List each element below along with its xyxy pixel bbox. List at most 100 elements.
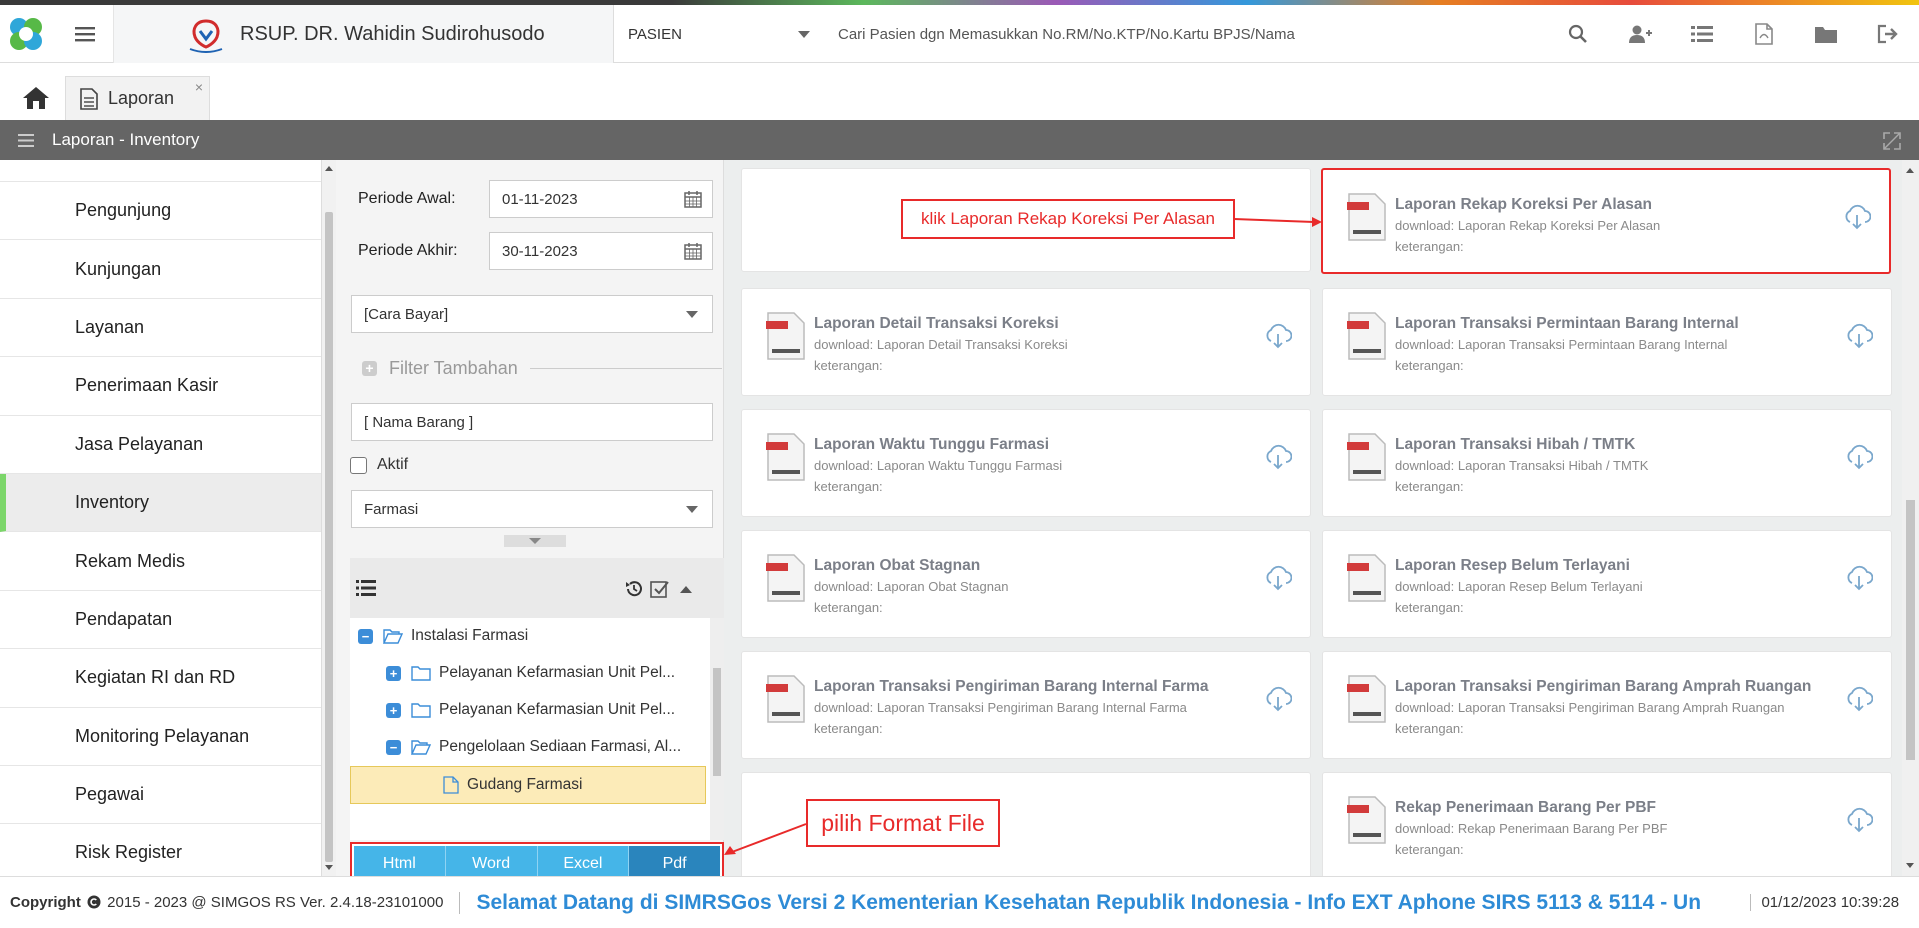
cloud-download-icon[interactable] (1843, 204, 1871, 230)
pdf-report-icon (1347, 312, 1386, 360)
report-card-rekap-koreksi[interactable]: Laporan Rekap Koreksi Per Alasan downloa… (1321, 168, 1891, 274)
sidebar-item-inventory[interactable]: Inventory (0, 473, 321, 533)
report-card-obat-stagnan[interactable]: Laporan Obat Stagnan download: Laporan O… (741, 530, 1311, 638)
filter-tambahan-label: Filter Tambahan (389, 358, 518, 378)
sidebar-item-kegiatan-ri-rd[interactable]: Kegiatan RI dan RD (0, 649, 321, 708)
patient-type-select[interactable]: PASIEN (614, 5, 824, 63)
report-card-waktu-tunggu[interactable]: Laporan Waktu Tunggu Farmasi download: L… (741, 409, 1311, 517)
collapse-icon[interactable]: − (386, 739, 401, 755)
filter-tambahan-toggle[interactable]: + Filter Tambahan (362, 358, 722, 379)
scroll-down-icon[interactable] (1906, 863, 1914, 868)
cloud-download-icon[interactable] (1845, 807, 1873, 833)
sidebar-item-layanan[interactable]: Layanan (0, 299, 321, 358)
sidebar-item-penerimaan-kasir[interactable]: Penerimaan Kasir (0, 357, 321, 416)
list-icon[interactable] (1671, 5, 1733, 63)
report-card-resep-belum-terlayani[interactable]: Laporan Resep Belum Terlayani download: … (1322, 530, 1892, 638)
expand-icon[interactable] (1883, 132, 1901, 150)
tab-laporan[interactable]: Laporan × (65, 76, 210, 120)
instalasi-select[interactable]: Farmasi (351, 490, 713, 528)
calendar-icon[interactable] (684, 190, 702, 208)
tree-node-pengelolaan-sediaan[interactable]: − Pengelolaan Sediaan Farmasi, Al... (386, 732, 681, 762)
report-card-permintaan-internal[interactable]: Laporan Transaksi Permintaan Barang Inte… (1322, 288, 1892, 396)
sidebar-item-risk-register[interactable]: Risk Register (0, 824, 321, 876)
tree-node-instalasi-farmasi[interactable]: − Instalasi Farmasi (358, 621, 528, 651)
pdf-file-icon[interactable] (1733, 5, 1795, 63)
pdf-report-icon (766, 312, 805, 360)
report-card-pengiriman-amprah[interactable]: Laporan Transaksi Pengiriman Barang Ampr… (1322, 651, 1892, 759)
expand-icon[interactable]: + (386, 665, 401, 681)
periode-awal-label: Periode Awal: (358, 190, 456, 207)
collapse-icon[interactable]: − (358, 628, 373, 644)
aktif-checkbox[interactable]: Aktif (350, 456, 408, 474)
tree-node-pelayanan-kefarmasian-2[interactable]: + Pelayanan Kefarmasian Unit Pel... (386, 695, 675, 725)
report-download-text: download: Rekap Penerimaan Barang Per PB… (1395, 821, 1668, 836)
cloud-download-icon[interactable] (1845, 686, 1873, 712)
check-square-icon[interactable] (650, 579, 670, 599)
pdf-report-icon (1347, 554, 1386, 602)
scroll-down-icon[interactable] (325, 865, 333, 870)
content-scrollbar[interactable] (1902, 160, 1919, 876)
periode-awal-value: 01-11-2023 (502, 190, 578, 208)
checkbox-box[interactable] (350, 456, 367, 474)
home-icon[interactable] (12, 78, 60, 118)
add-user-icon[interactable] (1609, 5, 1671, 63)
scrollbar-thumb[interactable] (713, 668, 721, 776)
report-download-text: download: Laporan Detail Transaksi Korek… (814, 337, 1068, 352)
tree-node-label: Pelayanan Kefarmasian Unit Pel... (439, 664, 676, 681)
cloud-download-icon[interactable] (1845, 444, 1873, 470)
tree-scrollbar[interactable] (710, 618, 724, 840)
collapse-filter-toggle[interactable] (504, 535, 566, 547)
tree-node-label: Pengelolaan Sediaan Farmasi, Al... (439, 738, 682, 755)
cloud-download-icon[interactable] (1264, 686, 1292, 712)
cara-bayar-select[interactable]: [Cara Bayar] (351, 295, 713, 333)
list-icon[interactable] (356, 580, 376, 596)
sidebar-item-label: Kegiatan RI dan RD (75, 667, 236, 688)
logout-icon[interactable] (1857, 5, 1919, 63)
menu-icon[interactable] (18, 133, 34, 147)
calendar-icon[interactable] (684, 242, 702, 260)
announcement-marquee: Selamat Datang di SIMRSGos Versi 2 Kemen… (476, 890, 1702, 914)
periode-akhir-input[interactable]: 30-11-2023 (489, 232, 713, 270)
scroll-up-icon[interactable] (1906, 168, 1914, 173)
sidebar-item-monitoring-pelayanan[interactable]: Monitoring Pelayanan (0, 708, 321, 766)
cloud-download-icon[interactable] (1845, 323, 1873, 349)
app-logo-icon[interactable] (0, 5, 52, 63)
menu-toggle-icon[interactable] (56, 5, 114, 63)
close-icon[interactable]: × (195, 79, 203, 95)
cloud-download-icon[interactable] (1845, 565, 1873, 591)
sidebar-item-pengunjung[interactable]: Pengunjung (0, 182, 321, 241)
scroll-up-icon[interactable] (325, 166, 333, 171)
report-title: Laporan Transaksi Hibah / TMTK (1395, 436, 1636, 453)
scrollbar-thumb[interactable] (325, 212, 333, 862)
report-download-text: download: Laporan Transaksi Permintaan B… (1395, 337, 1728, 352)
cloud-download-icon[interactable] (1264, 565, 1292, 591)
sidebar-item-kunjungan[interactable]: Kunjungan (0, 240, 321, 299)
report-title: Laporan Transaksi Pengiriman Barang Inte… (814, 678, 1209, 695)
folder-icon[interactable] (1795, 5, 1857, 63)
scrollbar-thumb[interactable] (1906, 500, 1915, 760)
copyright: Copyright 2015 - 2023 @ SIMGOS RS Ver. 2… (0, 894, 443, 911)
chevron-up-icon[interactable] (680, 585, 692, 593)
cloud-download-icon[interactable] (1264, 323, 1292, 349)
report-title: Laporan Rekap Koreksi Per Alasan (1395, 196, 1652, 213)
report-card-rekap-penerimaan-pbf[interactable]: Rekap Penerimaan Barang Per PBF download… (1322, 772, 1892, 876)
report-download-text: download: Laporan Resep Belum Terlayani (1395, 579, 1643, 594)
sidebar-item-rekam-medis[interactable]: Rekam Medis (0, 532, 321, 591)
search-icon[interactable] (1547, 5, 1609, 63)
periode-awal-input[interactable]: 01-11-2023 (489, 180, 713, 218)
report-card-pengiriman-internal[interactable]: Laporan Transaksi Pengiriman Barang Inte… (741, 651, 1311, 759)
patient-search-input[interactable]: Cari Pasien dgn Memasukkan No.RM/No.KTP/… (838, 5, 1538, 63)
sidebar-item-pendapatan[interactable]: Pendapatan (0, 591, 321, 650)
cloud-download-icon[interactable] (1264, 444, 1292, 470)
report-card-detail-koreksi[interactable]: Laporan Detail Transaksi Koreksi downloa… (741, 288, 1311, 396)
report-keterangan: keterangan: (814, 479, 883, 494)
tree-node-pelayanan-kefarmasian-1[interactable]: + Pelayanan Kefarmasian Unit Pel... (386, 658, 675, 688)
nama-barang-input[interactable]: [ Nama Barang ] (351, 403, 713, 441)
sidebar-scrollbar[interactable] (322, 160, 336, 876)
report-card-hibah-tmtk[interactable]: Laporan Transaksi Hibah / TMTK download:… (1322, 409, 1892, 517)
tree-node-gudang-farmasi[interactable]: Gudang Farmasi (350, 766, 706, 804)
expand-icon[interactable]: + (386, 702, 401, 718)
sidebar-item-pegawai[interactable]: Pegawai (0, 766, 321, 825)
sidebar-item-jasa-pelayanan[interactable]: Jasa Pelayanan (0, 416, 321, 474)
history-icon[interactable] (624, 579, 644, 599)
